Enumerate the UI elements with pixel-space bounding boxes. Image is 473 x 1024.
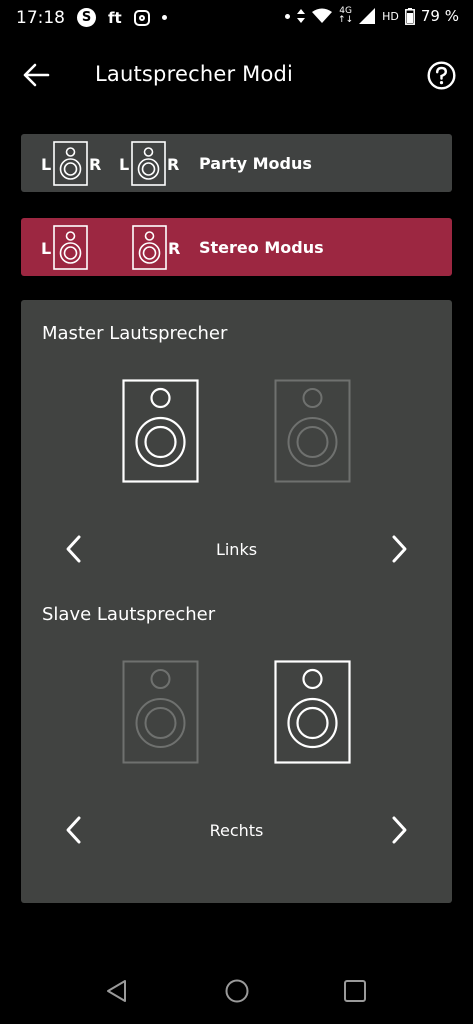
wifi-icon [312,8,333,23]
master-title: Master Lautsprecher [42,323,228,344]
status-time: 17:18 [16,8,65,28]
party-mode-button[interactable]: L R L R Party Modus [21,134,452,192]
speaker-icon [53,141,88,186]
speaker-config-panel: Master Lautsprecher Links Slave Lautspre… [21,300,452,903]
app-screen: 17:18 S ft 4G ↑↓ HD 79 % Lautsprecher Mo… [0,0,473,1024]
master-next-chevron-icon[interactable] [387,534,411,564]
nav-home-icon[interactable] [224,978,250,1004]
right-letter: R [167,155,180,174]
stereo-mode-label: Stereo Modus [199,238,324,257]
left-letter: L [41,239,52,258]
master-left-speaker-icon[interactable] [122,379,199,483]
stereo-mode-button[interactable]: L R Stereo Modus [21,218,452,276]
system-icons: 4G ↑↓ HD 79 % [285,7,459,25]
battery-icon [404,7,415,25]
network-type: 4G ↑↓ [338,6,354,25]
app-header: Lautsprecher Modi [0,50,473,100]
stereo-speaker-icons: L R [41,225,201,270]
battery-percent: 79 % [420,7,459,25]
speaker-icon [131,141,166,186]
status-dot-icon [285,13,291,19]
slave-right-speaker-icon[interactable] [274,660,351,764]
slave-left-speaker-icon[interactable] [122,660,199,764]
signal-icon [359,8,376,24]
help-icon[interactable] [427,61,456,90]
speaker-icon [132,225,167,270]
hd-label: HD [382,9,399,23]
speaker-icon [53,225,88,270]
nav-recents-icon[interactable] [342,978,368,1004]
status-bar: 17:18 S ft 4G ↑↓ HD 79 % [0,0,473,38]
left-letter: L [119,155,130,174]
slave-next-chevron-icon[interactable] [387,815,411,845]
instagram-icon [133,9,150,26]
data-arrows-icon [297,9,306,23]
master-right-speaker-icon[interactable] [274,379,351,483]
party-speaker-icons: L R L R [41,141,201,186]
left-letter: L [41,155,52,174]
slave-title: Slave Lautsprecher [42,604,216,625]
right-letter: R [89,155,102,174]
system-nav-bar [0,960,473,1024]
notification-dot-icon [161,15,167,20]
back-arrow-icon[interactable] [22,62,50,88]
party-mode-label: Party Modus [199,154,312,173]
nav-back-icon[interactable] [104,978,130,1004]
page-title: Lautsprecher Modi [95,62,294,86]
ft-icon: ft [108,8,122,27]
skype-icon: S [77,8,96,27]
right-letter: R [168,239,181,258]
notification-icons: S ft [77,8,167,27]
